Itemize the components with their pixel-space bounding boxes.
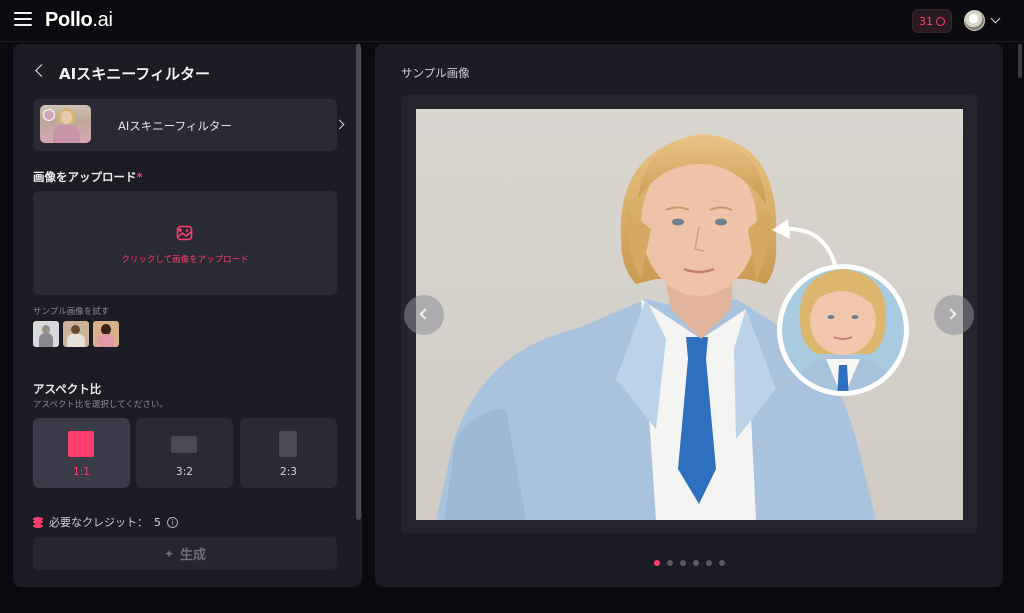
upload-dropzone[interactable]: クリックして画像をアップロード [33,191,337,295]
sample-image-2[interactable] [63,321,89,347]
carousel-dot-1[interactable] [653,560,660,566]
sample-image-1[interactable] [33,321,59,347]
chevron-right-icon [334,119,345,130]
top-bar: Pollo.ai 31 [0,0,1024,42]
image-upload-icon [176,225,193,241]
generate-button[interactable]: ✦ 生成 [33,537,337,570]
upload-label: 画像をアップロード* [33,170,143,184]
effect-selector[interactable]: AIスキニーフィルター [33,99,345,151]
sample-photo [416,109,963,520]
avatar [964,10,985,31]
aspect-ratio-subtitle: アスペクト比を選択してください。 [33,400,168,410]
required-mark: * [136,170,143,184]
carousel-dot-3[interactable] [679,560,686,566]
coin-icon [936,16,945,26]
chevron-down-icon [990,13,1001,24]
logo-main: Pollo [45,9,93,31]
carousel-dots [375,560,1003,566]
settings-panel: AIスキニーフィルター AIスキニーフィルター 画像をアップロード* クリックし… [13,44,362,587]
arrow-left-icon[interactable] [404,295,444,335]
coins-icon [33,516,43,528]
required-credits: 必要なクレジット： 5 i [33,514,178,530]
aspect-option-2-3[interactable]: 2:3 [240,418,337,488]
info-icon[interactable]: i [167,516,178,528]
image-viewer [401,95,977,533]
carousel-dot-6[interactable] [718,560,725,566]
upload-prompt: クリックして画像をアップロード [121,255,249,265]
effect-name: AIスキニーフィルター [118,119,232,133]
page-scrollbar[interactable] [1016,42,1024,613]
sparkle-icon: ✦ [163,546,175,561]
aspect-option-1-1[interactable]: 1:1 [33,418,130,488]
credits-badge[interactable]: 31 [912,9,952,33]
panel-title: AIスキニーフィルター [59,65,210,83]
carousel-dot-2[interactable] [666,560,673,566]
aspect-ratio-title: アスペクト比 [33,382,102,396]
credits-count: 31 [919,14,933,28]
account-menu[interactable] [964,10,1001,31]
aspect-option-3-2[interactable]: 3:2 [136,418,233,488]
landscape-shape-icon [171,436,197,453]
portrait-shape-icon [279,431,297,457]
back-icon[interactable] [35,64,48,77]
preview-panel: サンプル画像 [375,44,1003,587]
sample-image-3[interactable] [93,321,119,347]
carousel-dot-5[interactable] [705,560,712,566]
carousel-dot-4[interactable] [692,560,699,566]
page-scrollbar-thumb[interactable] [1018,44,1022,78]
credits-value: 5 [154,515,161,529]
square-shape-icon [68,431,94,457]
effect-thumbnail [40,105,91,143]
logo[interactable]: Pollo.ai [45,9,113,32]
sample-label: サンプル画像を試す [33,307,110,317]
panel-scrollbar[interactable] [356,44,361,520]
menu-icon[interactable] [14,12,32,30]
logo-suffix: .ai [92,9,113,31]
arrow-right-icon[interactable] [934,295,974,335]
preview-title: サンプル画像 [401,66,470,80]
